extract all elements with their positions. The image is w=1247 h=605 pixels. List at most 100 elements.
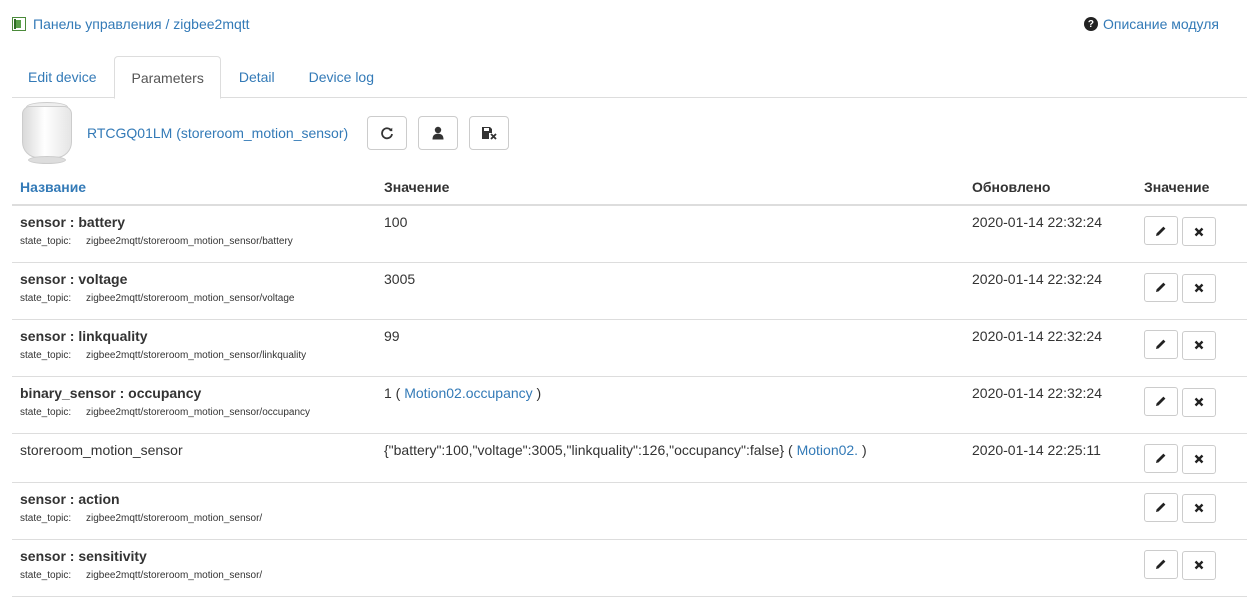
header-value: Значение — [376, 170, 964, 206]
edit-button[interactable] — [1144, 272, 1178, 302]
param-topic: state_topic: zigbee2mqtt/storeroom_motion… — [20, 407, 368, 418]
value-cell — [376, 539, 964, 597]
param-value-suffix: ) — [536, 384, 542, 401]
delete-button[interactable] — [1182, 550, 1216, 580]
value-cell: 100 — [376, 205, 964, 263]
edit-button[interactable] — [1144, 216, 1178, 245]
value-cell: {"battery":100,"voltage":3005,"linkquali… — [376, 433, 964, 483]
parameters-table: Название Значение Обновлено Значение sen… — [12, 170, 1247, 597]
tab-edit-device[interactable]: Edit device — [12, 56, 112, 98]
refresh-icon — [381, 127, 394, 140]
delete-button[interactable] — [1182, 217, 1216, 246]
device-image — [20, 100, 74, 166]
app-module-icon — [12, 17, 26, 31]
topic-value: zigbee2mqtt/storeroom_motion_sensor/batt… — [86, 236, 293, 247]
edit-button[interactable] — [1144, 443, 1178, 473]
param-name: sensor : action — [20, 490, 120, 507]
edit-button[interactable] — [1144, 492, 1178, 522]
breadcrumb-link[interactable]: Панель управления / zigbee2mqtt — [33, 16, 250, 32]
name-cell: sensor : battery state_topic: zigbee2mqtt/… — [12, 205, 376, 263]
tab-parameters[interactable]: Parameters — [114, 56, 221, 99]
param-topic: state_topic: zigbee2mqtt/storeroom_motion… — [20, 513, 368, 524]
name-cell: sensor : action state_topic: zigbee2mqtt/s… — [12, 482, 376, 540]
linked-object[interactable]: Motion02.occupancy — [404, 385, 532, 401]
topic-label: state_topic: — [20, 236, 72, 247]
breadcrumb: Панель управления / zigbee2mqtt — [12, 16, 250, 32]
tab-detail[interactable]: Detail — [223, 56, 291, 98]
param-value: 100 — [384, 214, 408, 230]
topic-value: zigbee2mqtt/storeroom_motion_sensor/ — [86, 512, 263, 524]
value-cell: 1 ( Motion02.occupancy ) — [376, 376, 964, 434]
actions-cell — [1136, 433, 1247, 483]
table-row: binary_sensor : occupancy state_topic: zig… — [12, 376, 1247, 434]
save-remove-button[interactable] — [469, 116, 510, 150]
help-link[interactable]: ? Описание модуля — [1083, 16, 1219, 32]
topic-label: state_topic: — [20, 406, 72, 418]
table-row: sensor : voltage state_topic: zigbee2mqtt/… — [12, 262, 1247, 320]
top-bar: Панель управления / zigbee2mqtt ? Описан… — [12, 16, 1219, 38]
save-remove-icon — [482, 127, 497, 140]
param-value: {"battery":100,"voltage":3005,"linkquali… — [384, 441, 793, 458]
delete-button[interactable] — [1182, 330, 1216, 360]
param-value: 99 — [384, 327, 400, 344]
topic-label: state_topic: — [20, 512, 72, 524]
pencil-icon — [1156, 453, 1166, 463]
edit-button[interactable] — [1144, 386, 1178, 416]
close-icon — [1194, 560, 1204, 570]
actions-cell — [1136, 319, 1247, 377]
edit-button[interactable] — [1144, 549, 1178, 579]
actions-cell — [1136, 539, 1247, 597]
updated-cell: 2020-01-14 22:32:24 — [964, 262, 1136, 320]
table-row: sensor : sensitivity state_topic: zigbee2m… — [12, 539, 1247, 597]
close-icon — [1194, 503, 1204, 513]
topic-label: state_topic: — [20, 349, 72, 361]
table-row: sensor : action state_topic: zigbee2mqtt/s… — [12, 482, 1247, 540]
param-topic: state_topic: zigbee2mqtt/storeroom_motion… — [20, 236, 368, 247]
param-name: storeroom_motion_sensor — [20, 441, 183, 458]
header-name[interactable]: Название — [12, 170, 376, 206]
delete-button[interactable] — [1182, 273, 1216, 303]
topic-label: state_topic: — [20, 569, 72, 581]
pencil-icon — [1156, 282, 1166, 292]
name-cell: sensor : sensitivity state_topic: zigbee2m… — [12, 539, 376, 597]
edit-button[interactable] — [1144, 329, 1178, 359]
value-cell: 99 — [376, 319, 964, 377]
close-icon — [1194, 454, 1204, 464]
updated-cell: 2020-01-14 22:32:24 — [964, 319, 1136, 377]
delete-button[interactable] — [1182, 387, 1216, 417]
actions-cell — [1136, 205, 1247, 263]
name-cell: storeroom_motion_sensor — [12, 433, 376, 483]
param-topic: state_topic: zigbee2mqtt/storeroom_motion… — [20, 570, 368, 581]
close-icon — [1194, 227, 1204, 236]
device-header: RTCGQ01LM (storeroom_motion_sensor) — [20, 100, 520, 166]
param-name: sensor : voltage — [20, 270, 128, 287]
pencil-icon — [1156, 502, 1166, 512]
device-title[interactable]: RTCGQ01LM (storeroom_motion_sensor) — [87, 125, 348, 141]
param-value: 3005 — [384, 270, 416, 287]
name-cell: sensor : linkquality state_topic: zigbee2m… — [12, 319, 376, 377]
topic-label: state_topic: — [20, 292, 72, 304]
topic-value: zigbee2mqtt/storeroom_motion_sensor/ — [86, 569, 263, 581]
delete-button[interactable] — [1182, 444, 1216, 474]
updated-cell — [964, 539, 1136, 597]
param-name: sensor : battery — [20, 214, 126, 230]
updated-cell: 2020-01-14 22:25:11 — [964, 433, 1136, 483]
param-name: sensor : sensitivity — [20, 547, 147, 564]
updated-cell — [964, 482, 1136, 540]
actions-cell — [1136, 262, 1247, 320]
pencil-icon — [1156, 339, 1166, 349]
tab-bar: Edit device Parameters Detail Device log — [12, 56, 1247, 99]
updated-cell: 2020-01-14 22:32:24 — [964, 376, 1136, 434]
help-link-label[interactable]: Описание модуля — [1103, 16, 1219, 32]
refresh-button[interactable] — [367, 116, 408, 150]
table-header-row: Название Значение Обновлено Значение — [12, 170, 1247, 206]
user-button[interactable] — [418, 116, 459, 150]
linked-object[interactable]: Motion02. — [797, 442, 858, 458]
value-cell — [376, 482, 964, 540]
topic-value: zigbee2mqtt/storeroom_motion_sensor/volt… — [86, 292, 295, 304]
header-actions: Значение — [1136, 170, 1247, 206]
tab-device-log[interactable]: Device log — [293, 56, 390, 98]
topic-value: zigbee2mqtt/storeroom_motion_sensor/occu… — [86, 406, 311, 418]
actions-cell — [1136, 482, 1247, 540]
delete-button[interactable] — [1182, 493, 1216, 523]
